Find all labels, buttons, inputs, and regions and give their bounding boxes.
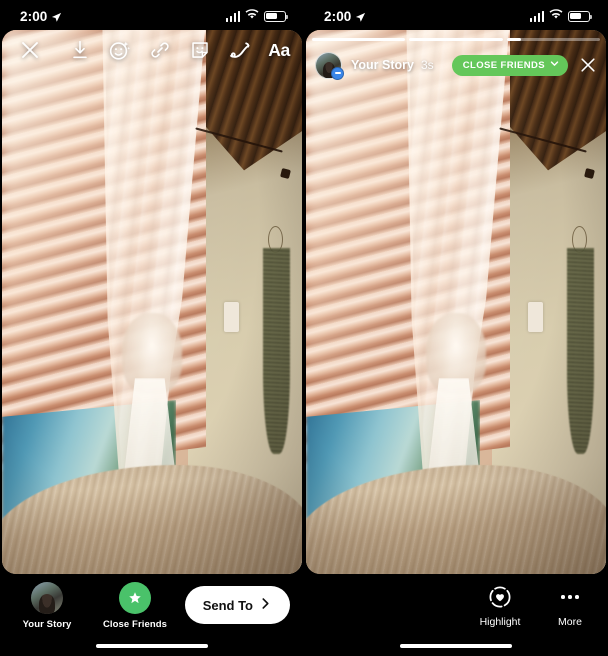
audience-close-friends[interactable]: Close Friends (102, 582, 168, 630)
close-friends-badge-icon (331, 66, 344, 80)
more-label: More (558, 616, 582, 628)
status-bar-indicators (225, 7, 289, 25)
sticker-icon[interactable] (188, 39, 211, 62)
home-indicator-right (400, 644, 512, 648)
dual-screenshot-comparison: 2:00 Aa Your Story Close Friends Send To… (0, 0, 608, 656)
battery-icon (264, 10, 289, 22)
story-username: Your Story (351, 58, 414, 72)
profile-avatar[interactable] (315, 51, 344, 80)
status-bar-right: 2:00 (304, 0, 608, 32)
photo-vignette (306, 30, 606, 574)
close-icon[interactable] (578, 55, 598, 75)
chevron-down-icon (550, 59, 559, 71)
progress-fill (506, 38, 521, 41)
highlight-button[interactable]: Highlight (470, 584, 530, 628)
photo-scene (2, 30, 302, 574)
story-editor-toolbar: Aa (0, 30, 304, 70)
story-header: Your Story 3s CLOSE FRIENDS (304, 48, 608, 82)
draw-icon[interactable] (228, 39, 251, 62)
location-arrow-icon (51, 11, 62, 22)
more-button[interactable]: More (540, 584, 600, 628)
audience-label: Close Friends (102, 619, 168, 630)
clock-label: 2:00 (20, 8, 48, 24)
story-photo-canvas-right (306, 30, 606, 574)
editor-tools-group: Aa (68, 39, 290, 62)
left-phone-story-composer: 2:00 Aa Your Story Close Friends Send To (0, 0, 304, 656)
close-friends-star-icon (119, 582, 151, 614)
story-timestamp: 3s (420, 58, 434, 72)
text-icon[interactable]: Aa (268, 40, 290, 61)
more-dots-icon (561, 584, 579, 610)
home-indicator-left (96, 644, 208, 648)
audience-label: Your Story (22, 619, 72, 630)
save-icon[interactable] (68, 39, 91, 62)
send-to-button[interactable]: Send To (184, 586, 290, 624)
effects-icon[interactable] (108, 39, 131, 62)
status-bar-time-group: 2:00 (324, 9, 366, 24)
battery-icon (568, 10, 593, 22)
clock-label: 2:00 (324, 8, 352, 24)
wifi-icon (245, 7, 259, 25)
story-progress-bars[interactable] (312, 38, 600, 41)
photo-scene (306, 30, 606, 574)
close-friends-pill-button[interactable]: CLOSE FRIENDS (451, 54, 568, 76)
highlight-heart-icon (488, 584, 512, 610)
progress-fill (409, 38, 503, 41)
link-icon[interactable] (148, 39, 171, 62)
audience-selector: Your Story Close Friends (16, 582, 168, 630)
close-friends-pill-label: CLOSE FRIENDS (462, 59, 545, 71)
progress-fill (312, 38, 406, 41)
status-bar-indicators (529, 7, 593, 25)
audience-your-story[interactable]: Your Story (16, 582, 78, 630)
cellular-signal-icon (225, 10, 240, 22)
story-photo-canvas-left (2, 30, 302, 574)
close-icon[interactable] (18, 38, 42, 62)
progress-segment[interactable] (506, 38, 600, 41)
send-to-label: Send To (202, 597, 253, 613)
wifi-icon (549, 7, 563, 25)
highlight-label: Highlight (479, 616, 521, 628)
your-story-avatar (31, 582, 63, 614)
status-bar-time-group: 2:00 (20, 9, 62, 24)
viewer-actions: Highlight More (470, 584, 600, 628)
status-bar-left: 2:00 (0, 0, 304, 32)
chevron-right-icon (259, 597, 272, 613)
location-arrow-icon (355, 11, 366, 22)
progress-segment[interactable] (409, 38, 503, 41)
right-phone-story-viewer: 2:00 Your Story 3s CLOSE FRIENDS Highlig… (304, 0, 608, 656)
progress-segment[interactable] (312, 38, 406, 41)
photo-vignette (2, 30, 302, 574)
cellular-signal-icon (529, 10, 544, 22)
